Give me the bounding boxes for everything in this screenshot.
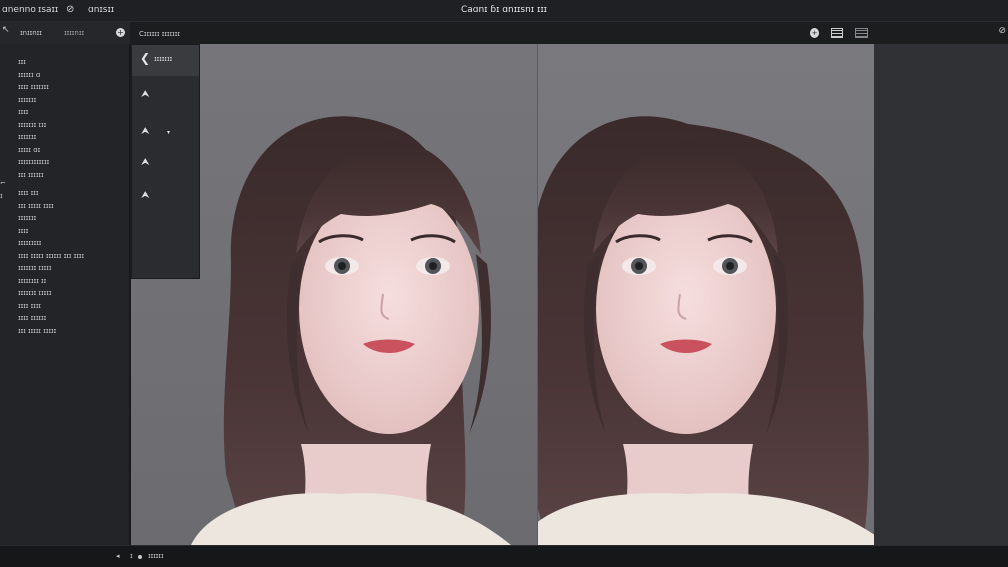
sidebar-marker-icon: ɪ <box>0 192 3 200</box>
sidebar-item[interactable]: ɪɪɪ ɪɪɪɪɪ ɪɪɪɪɪ <box>18 325 128 338</box>
sidebar-item[interactable]: ɪɪɪɪ ɪɪɪ <box>18 187 128 200</box>
list-view-icon[interactable] <box>855 28 868 38</box>
portrait-right-illustration <box>538 116 874 545</box>
sidebar-item[interactable]: ɪɪɪɪɪɪɪɪɪɪɪɪ <box>18 156 128 169</box>
sidebar-item[interactable]: ɪɪɪɪɪɪɪ ɪɪɪ <box>18 119 128 132</box>
sidebar-item[interactable]: ɪɪɪ ɪɪɪɪɪɪ <box>18 169 128 182</box>
back-icon[interactable]: ↖ <box>2 25 10 35</box>
grid-view-icon[interactable] <box>831 28 843 38</box>
sidebar-marker-icon: ⌐ <box>0 179 6 187</box>
status-text: ɪɪɪɪɪɪ <box>148 552 164 560</box>
document-tab[interactable]: Cɪɪɪɪɪɪ ɪɪɪɪɪɪɪ <box>139 30 180 38</box>
right-panel <box>874 44 1008 545</box>
sidebar-item[interactable]: ɪɪɪɪ ɪɪɪɪɪɪɪ <box>18 81 128 94</box>
sidebar-item[interactable]: ɪɪɪɪɪɪɪ ɪɪɪɪɪ <box>18 262 128 275</box>
sidebar-item[interactable]: ɪɪɪɪɪɪɪ <box>18 94 128 107</box>
portrait-image-right <box>537 44 874 545</box>
sidebar-item[interactable]: ɪɪɪ ɪɪɪɪɪ ɪɪɪɪ <box>18 200 128 213</box>
app-window: ɑnenno ɪsaɪɪ ⊘ ɑnɪsɪɪ Caɑnɪ ɓɪ ɑnɪɪsnɪ ɪ… <box>0 0 1008 567</box>
sidebar-item[interactable]: ɪɪɪɪɪɪɪɪ ɪɪ <box>18 275 128 288</box>
tool-panel-header: ❮ ɪɪɪɪɪɪɪ <box>132 45 199 76</box>
sidebar-header: ↖ ɪnɪɪnɪɪ ɪɪɪɪnɪɪ + <box>0 22 130 44</box>
sidebar-tab-1[interactable]: ɪnɪɪnɪɪ <box>20 29 42 37</box>
status-dot-icon <box>138 555 142 559</box>
sidebar-item[interactable]: ɪɪɪɪɪɪ ɑ <box>18 69 128 82</box>
chevron-left-icon[interactable]: ❮ <box>140 51 150 65</box>
sidebar-item[interactable]: ɪɪɪɪɪɪɪɪɪ <box>18 237 128 250</box>
tool-cursor-icon-3[interactable]: ⮝ <box>141 157 150 168</box>
sidebar-item[interactable]: ɪɪɪɪ ɪɪɪɪɪɪ <box>18 312 128 325</box>
sidebar-item[interactable]: ɪɪɪɪ <box>18 106 128 119</box>
tool-cursor-icon-4[interactable]: ⮝ <box>141 190 150 201</box>
image-canvas[interactable] <box>131 44 874 545</box>
sidebar-item[interactable]: ɪɪɪɪɪɪɪ <box>18 212 128 225</box>
sidebar-item[interactable]: ɪɪɪɪɪɪɪ ɪɪɪɪɪ <box>18 287 128 300</box>
layers-sidebar: ↖ ɪnɪɪnɪɪ ɪɪɪɪnɪɪ + ⌐ ɪ ɪɪɪ ɪɪɪɪɪɪ ɑ ɪɪɪɪ … <box>0 22 130 545</box>
status-bar: ◂ ɪ ɪɪɪɪɪɪ <box>0 545 1008 567</box>
window-title: Caɑnɪ ɓɪ ɑnɪɪsnɪ ɪɪɪ <box>460 5 548 15</box>
menu-bar: ɑnenno ɪsaɪɪ ⊘ ɑnɪsɪɪ Caɑnɪ ɓɪ ɑnɪɪsnɪ ɪ… <box>0 0 1008 22</box>
sidebar-item[interactable]: ɪɪɪɪ ɪɪɪɪɪ ɪɪɪɪɪɪ ɪɪɪ ɪɪɪɪ <box>18 250 128 263</box>
sidebar-list: ɪɪɪ ɪɪɪɪɪɪ ɑ ɪɪɪɪ ɪɪɪɪɪɪɪ ɪɪɪɪɪɪɪ ɪɪɪɪ ɪɪɪɪɪɪ… <box>18 56 128 337</box>
canvas-toolbar: Cɪɪɪɪɪɪ ɪɪɪɪɪɪɪ + ⊘ <box>131 22 1008 44</box>
add-icon[interactable]: + <box>116 28 125 37</box>
tool-cursor-icon-2[interactable]: ⮝ <box>141 126 150 137</box>
sidebar-item[interactable]: ɪɪɪɪ ɪɪɪɪ <box>18 300 128 313</box>
settings-icon[interactable]: ⊘ <box>998 26 1006 36</box>
tool-panel: ❮ ɪɪɪɪɪɪɪ ⮝ ⮝ ▾ ⮝ ⮝ <box>131 44 200 279</box>
tool-panel-label: ɪɪɪɪɪɪɪ <box>154 55 173 63</box>
sidebar-item[interactable]: ɪɪɪɪ <box>18 225 128 238</box>
sidebar-item[interactable]: ɪɪɪɪɪ ɑɪ <box>18 144 128 157</box>
add-view-icon[interactable]: + <box>810 28 819 38</box>
chevron-down-icon[interactable]: ▾ <box>167 129 170 136</box>
prev-icon[interactable]: ◂ <box>116 552 120 560</box>
sidebar-tab-2[interactable]: ɪɪɪɪnɪɪ <box>64 29 84 37</box>
tool-cursor-icon-1[interactable]: ⮝ <box>141 89 150 100</box>
sidebar-item[interactable]: ɪɪɪɪɪɪɪ <box>18 131 128 144</box>
sidebar-item[interactable]: ɪɪɪ <box>18 56 128 69</box>
status-indicator: ɪ <box>130 552 133 560</box>
